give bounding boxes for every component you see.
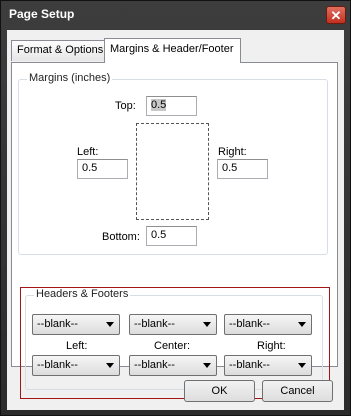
tab-label: Format & Options [17, 44, 104, 56]
page-preview [136, 123, 209, 220]
left-position-label: Left: [66, 340, 88, 352]
header-left-select[interactable]: --blank-- [32, 314, 120, 335]
bottom-margin-value: 0.5 [151, 229, 167, 241]
window-title: Page Setup [9, 7, 75, 21]
cancel-button[interactable]: Cancel [262, 380, 333, 402]
chevron-down-icon [106, 363, 114, 368]
left-margin-input[interactable]: 0.5 [77, 159, 128, 179]
right-position-label: Right: [257, 340, 286, 352]
header-right-select[interactable]: --blank-- [224, 314, 312, 335]
margins-group: Margins (inches) Top: 0.5 Left: 0.5 Righ… [18, 72, 328, 255]
right-label: Right: [218, 146, 247, 158]
headers-footers-group: Headers & Footers --blank-- --blank-- --… [25, 288, 323, 390]
tab-panel: Margins (inches) Top: 0.5 Left: 0.5 Righ… [11, 62, 338, 399]
header-center-select[interactable]: --blank-- [129, 314, 217, 335]
top-margin-value: 0.5 [151, 99, 167, 111]
footer-center-select[interactable]: --blank-- [129, 355, 217, 376]
footer-left-value: --blank-- [37, 359, 78, 371]
header-left-value: --blank-- [37, 318, 78, 330]
chevron-down-icon [298, 322, 306, 327]
header-center-value: --blank-- [134, 318, 175, 330]
header-right-value: --blank-- [229, 318, 270, 330]
chevron-down-icon [203, 322, 211, 327]
bottom-label: Bottom: [102, 231, 140, 243]
margins-legend: Margins (inches) [27, 72, 113, 84]
center-position-label: Center: [154, 340, 191, 352]
headers-footers-legend: Headers & Footers [34, 288, 131, 300]
chevron-down-icon [203, 363, 211, 368]
footer-center-value: --blank-- [134, 359, 175, 371]
left-label: Left: [77, 146, 99, 158]
top-margin-input[interactable]: 0.5 [146, 96, 197, 116]
chevron-down-icon [298, 363, 306, 368]
footer-left-select[interactable]: --blank-- [32, 355, 120, 376]
footer-right-value: --blank-- [229, 359, 270, 371]
left-margin-value: 0.5 [82, 162, 98, 174]
tab-label: Margins & Header/Footer [110, 43, 234, 55]
close-button[interactable]: ✕ [326, 6, 346, 24]
ok-button[interactable]: OK [184, 380, 255, 402]
right-margin-value: 0.5 [222, 162, 238, 174]
tab-margins-header-footer[interactable]: Margins & Header/Footer [104, 38, 241, 63]
chevron-down-icon [106, 322, 114, 327]
bottom-margin-input[interactable]: 0.5 [146, 226, 197, 246]
dialog-body: Format & Options Margins & Header/Footer… [7, 30, 344, 410]
footer-right-select[interactable]: --blank-- [224, 355, 312, 376]
top-label: Top: [115, 100, 136, 112]
right-margin-input[interactable]: 0.5 [217, 159, 268, 179]
title-bar[interactable]: Page Setup ✕ [1, 1, 350, 29]
tab-format-options[interactable]: Format & Options [11, 40, 105, 61]
page-setup-dialog: Page Setup ✕ Format & Options Margins & … [0, 0, 351, 416]
